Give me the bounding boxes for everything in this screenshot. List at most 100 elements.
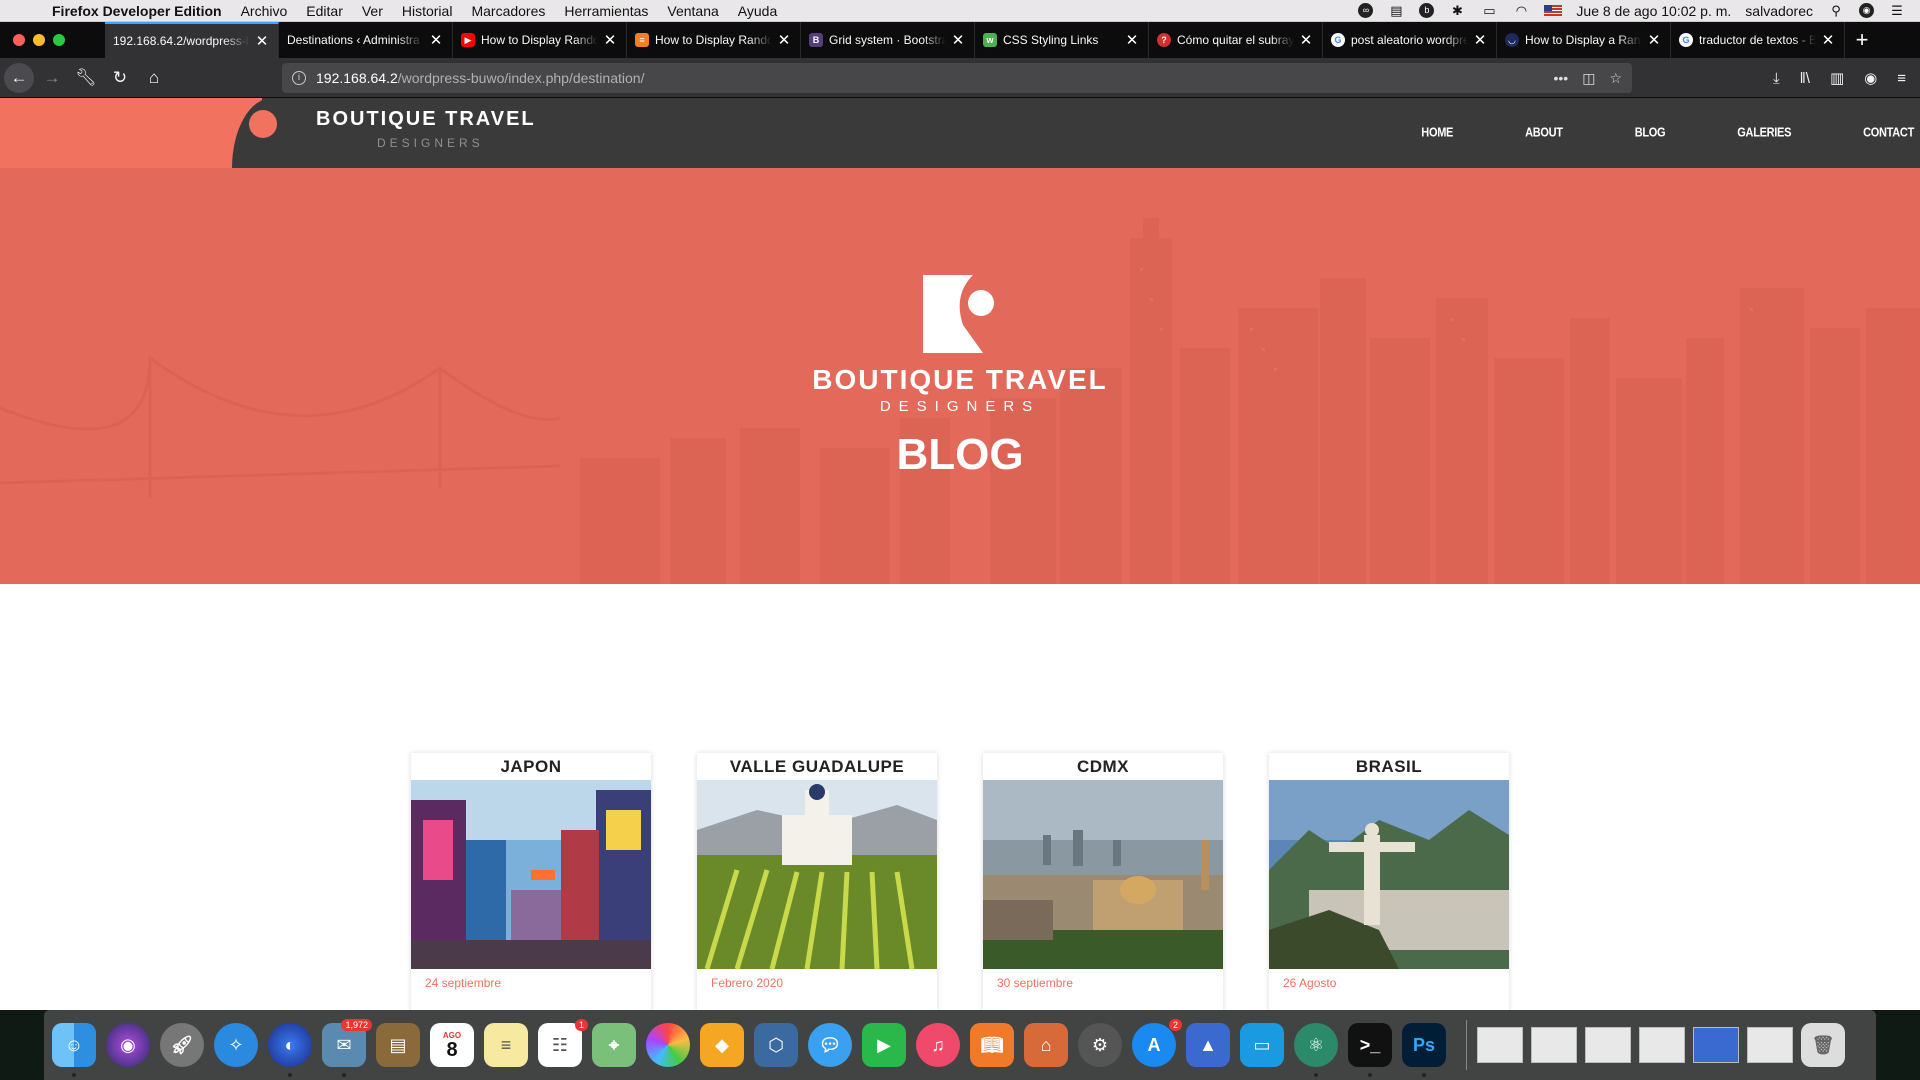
maps-icon[interactable]: ⌖	[592, 1023, 636, 1067]
site-logo-dot-icon[interactable]	[249, 110, 277, 138]
minimize-window-button[interactable]	[33, 34, 45, 46]
reload-button[interactable]: ↻	[104, 62, 136, 94]
sidebar-toggle-icon[interactable]: ▥	[1830, 69, 1844, 87]
card-image-brasil[interactable]	[1269, 780, 1509, 969]
spotlight-search-icon[interactable]: ⚲	[1827, 3, 1845, 18]
tab-close-icon[interactable]: ✕	[950, 31, 966, 49]
nav-contact-link[interactable]: CONTACT	[1863, 126, 1914, 140]
finder-icon[interactable]: ☺	[52, 1023, 96, 1077]
calendar-icon[interactable]: AGO 8	[430, 1023, 474, 1067]
site-brand-title[interactable]: BOUTIQUE TRAVEL	[316, 108, 536, 131]
airplay-icon[interactable]: ▭	[1480, 3, 1498, 18]
books-icon[interactable]: 📖︎	[970, 1023, 1014, 1067]
card-title[interactable]: CDMX	[983, 753, 1223, 780]
forward-button[interactable]: →	[36, 62, 68, 94]
menubar-user[interactable]: salvadorec	[1745, 3, 1813, 19]
siri-icon[interactable]: ◉	[106, 1023, 150, 1067]
card-title[interactable]: VALLE GUADALUPE	[697, 753, 937, 780]
dock-window-thumbnail[interactable]	[1531, 1027, 1577, 1063]
menu-archivo[interactable]: Archivo	[241, 3, 288, 19]
tab-close-icon[interactable]: ✕	[254, 32, 270, 50]
virtualbox-icon[interactable]: ⬡	[754, 1023, 798, 1067]
tab-destinations-admin[interactable]: Destinations ‹ Administra ✕	[279, 22, 453, 58]
tab-close-icon[interactable]: ✕	[602, 31, 618, 49]
input-source-flag-icon[interactable]	[1544, 5, 1563, 16]
reminders-icon[interactable]: ☷ 1	[538, 1019, 588, 1067]
b-app-icon[interactable]: b	[1419, 3, 1435, 18]
photoshop-icon[interactable]: Ps	[1402, 1023, 1446, 1077]
nav-about-link[interactable]: ABOUT	[1525, 126, 1563, 140]
zoom-window-button[interactable]	[53, 34, 65, 46]
tab-close-icon[interactable]: ✕	[1472, 31, 1488, 49]
destination-card-japon[interactable]: JAPON 24 septiembre	[411, 753, 651, 1010]
account-icon[interactable]: ◉	[1864, 69, 1877, 87]
tab-close-icon[interactable]: ✕	[776, 31, 792, 49]
bookmark-star-icon[interactable]: ☆	[1609, 70, 1622, 87]
bluetooth-icon[interactable]: ✱	[1448, 3, 1466, 18]
nav-blog-link[interactable]: BLOG	[1635, 126, 1666, 140]
card-title[interactable]: JAPON	[411, 753, 651, 780]
nav-home-link[interactable]: HOME	[1421, 126, 1453, 140]
hamburger-menu-icon[interactable]: ≡	[1897, 70, 1906, 87]
photos-icon[interactable]	[646, 1023, 690, 1067]
notification-center-icon[interactable]: ☰	[1888, 3, 1906, 18]
tab-close-icon[interactable]: ✕	[1298, 31, 1314, 49]
tab-close-icon[interactable]: ✕	[1820, 31, 1836, 49]
pocket-icon[interactable]: ◫	[1582, 70, 1595, 87]
tab-quitar-subrayado[interactable]: ? Cómo quitar el subraya ✕	[1149, 22, 1323, 58]
card-image-cdmx[interactable]	[983, 780, 1223, 969]
tab-youtube[interactable]: ▶ How to Display Rando ✕	[453, 22, 627, 58]
close-window-button[interactable]	[13, 34, 25, 46]
tab-destination-page[interactable]: 192.168.64.2/wordpress-b ✕	[105, 22, 279, 58]
back-button[interactable]: ←	[4, 62, 34, 93]
documents-icon[interactable]: ▤	[1387, 3, 1405, 18]
tab-wpbeginner[interactable]: ◡ How to Display a Rand ✕	[1497, 22, 1671, 58]
tab-w3schools[interactable]: w CSS Styling Links ✕	[975, 22, 1149, 58]
tab-close-icon[interactable]: ✕	[428, 31, 444, 49]
app-store-icon[interactable]: A2	[1132, 1019, 1182, 1067]
notefile-icon[interactable]: ▤	[376, 1023, 420, 1067]
system-preferences-icon[interactable]: ⚙	[1078, 1023, 1122, 1067]
nav-galeries-link[interactable]: GALERIES	[1737, 126, 1791, 140]
url-bar[interactable]: i 192.168.64.2/wordpress-buwo/index.php/…	[282, 63, 1632, 93]
menu-ventana[interactable]: Ventana	[667, 3, 718, 19]
desktop-display-icon[interactable]: ▭	[1240, 1023, 1284, 1067]
launchpad-icon[interactable]: 🚀︎	[160, 1023, 204, 1067]
tab-close-icon[interactable]: ✕	[1646, 31, 1662, 49]
sketch-icon[interactable]: ◆	[700, 1023, 744, 1067]
keynote-icon[interactable]: ▲	[1186, 1023, 1230, 1067]
app-menu-firefox[interactable]: Firefox Developer Edition	[52, 3, 222, 19]
card-image-valle-guadalupe[interactable]	[697, 780, 937, 969]
tab-stackoverflow[interactable]: ≡ How to Display Rando ✕	[627, 22, 801, 58]
tab-close-icon[interactable]: ✕	[1124, 31, 1140, 49]
mail-icon[interactable]: ✉ 1,972	[322, 1019, 372, 1077]
atom-icon[interactable]: ⚛	[1294, 1023, 1338, 1077]
destination-card-brasil[interactable]: BRASIL 26 Agosto	[1269, 753, 1509, 1010]
menu-ayuda[interactable]: Ayuda	[738, 3, 777, 19]
card-image-japon[interactable]	[411, 780, 651, 969]
creative-cloud-icon[interactable]: ∞	[1358, 3, 1374, 18]
menu-historial[interactable]: Historial	[402, 3, 453, 19]
menubar-datetime[interactable]: Jue 8 de ago 10:02 p. m.	[1576, 3, 1731, 19]
dock-window-thumbnail[interactable]	[1477, 1027, 1523, 1063]
terminal-icon[interactable]: >_	[1348, 1023, 1392, 1077]
downloads-icon[interactable]: ⤓	[1773, 70, 1780, 87]
new-tab-button[interactable]: +	[1845, 27, 1879, 53]
dock-window-thumbnail[interactable]	[1585, 1027, 1631, 1063]
page-actions-more-icon[interactable]: •••	[1553, 70, 1568, 87]
firefox-developer-icon[interactable]: ◐	[268, 1023, 312, 1077]
trash-icon[interactable]: 🗑︎	[1801, 1023, 1845, 1067]
tab-google-search[interactable]: G post aleatorio wordpre ✕	[1323, 22, 1497, 58]
dock-window-thumbnail[interactable]	[1747, 1027, 1793, 1063]
wifi-icon[interactable]: ◠	[1512, 3, 1530, 18]
siri-icon[interactable]: ◉	[1859, 3, 1874, 18]
menu-herramientas[interactable]: Herramientas	[564, 3, 648, 19]
itunes-icon[interactable]: ♫	[916, 1023, 960, 1067]
notes-icon[interactable]: ≡	[484, 1023, 528, 1067]
tab-bootstrap[interactable]: B Grid system · Bootstra ✕	[801, 22, 975, 58]
dock-window-thumbnail[interactable]	[1639, 1027, 1685, 1063]
destination-card-valle-guadalupe[interactable]: VALLE GUADALUPE Febrero 2020	[697, 753, 937, 1010]
library-icon[interactable]: ‖\	[1800, 70, 1810, 87]
messages-icon[interactable]: 💬︎	[808, 1023, 852, 1067]
facetime-icon[interactable]: ▶	[862, 1023, 906, 1067]
